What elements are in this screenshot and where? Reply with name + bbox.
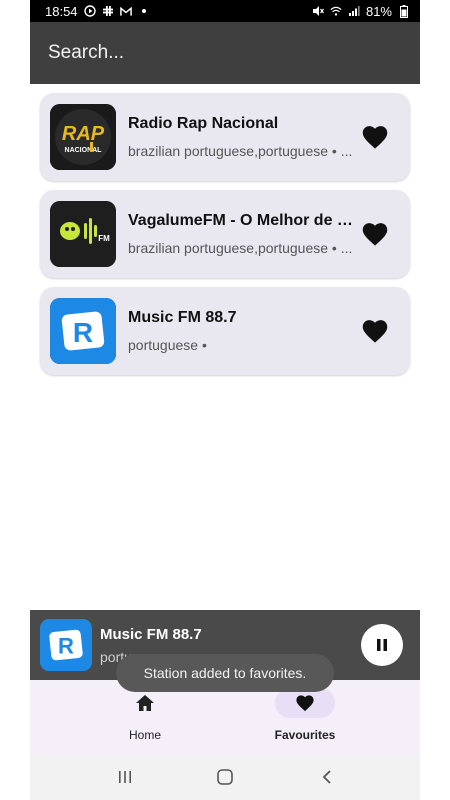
svg-text:RAP: RAP (62, 123, 105, 145)
station-info: VagalumeFM - O Melhor de Pi... brazilian… (128, 212, 360, 256)
station-info: Music FM 88.7 portuguese • (128, 309, 360, 353)
nav-item-home[interactable]: Home (85, 688, 205, 748)
svg-text:NACIONAL: NACIONAL (65, 147, 103, 154)
search-input[interactable] (48, 42, 388, 64)
station-card[interactable]: RAP NACIONAL Radio Rap Nacional brazilia… (40, 93, 410, 181)
svg-text:FM: FM (98, 234, 110, 243)
nav-pill-active (275, 688, 335, 718)
home-icon (136, 695, 154, 711)
heart-icon (362, 223, 388, 246)
wifi-icon (330, 5, 342, 17)
rap-nacional-logo: RAP NACIONAL (50, 104, 116, 170)
favorite-toggle-button[interactable] (360, 220, 390, 248)
system-navigation-bar (30, 755, 420, 800)
battery-icon (398, 4, 410, 18)
station-languages: portuguese • (128, 337, 207, 353)
mute-icon (312, 5, 324, 17)
back-chevron-icon (322, 770, 331, 784)
station-info: Radio Rap Nacional brazilian portuguese,… (128, 115, 360, 159)
toast-message: Station added to favorites. (116, 654, 334, 692)
recent-apps-icon (119, 771, 131, 783)
station-name: Music FM 88.7 (128, 309, 237, 326)
svg-text:R: R (58, 634, 74, 659)
gmail-icon (119, 5, 132, 17)
vagalume-fm-logo: FM (50, 201, 116, 267)
music-fm-logo: R (50, 298, 116, 364)
favorite-toggle-button[interactable] (360, 317, 390, 345)
now-playing-logo: R (40, 619, 92, 671)
back-button[interactable] (312, 765, 342, 789)
heart-icon (296, 695, 314, 712)
station-languages: brazilian portuguese,portuguese • ... (128, 143, 353, 159)
heart-icon (362, 126, 388, 149)
battery-percent: 81% (365, 3, 392, 19)
home-circle-icon (217, 769, 233, 785)
station-name: Radio Rap Nacional (128, 115, 279, 132)
station-card[interactable]: R Music FM 88.7 portuguese • (40, 287, 410, 375)
station-card[interactable]: FM VagalumeFM - O Melhor de Pi... brazil… (40, 190, 410, 278)
status-time: 18:54 (45, 3, 78, 19)
station-name: VagalumeFM - O Melhor de Pi... (128, 212, 360, 229)
heart-icon (362, 320, 388, 343)
pause-icon (377, 639, 387, 651)
nav-label-favourites: Favourites (274, 728, 336, 742)
pause-button[interactable] (361, 624, 403, 666)
app-screen: 18:54 81% Search... RAP NACIONAL Radio R… (30, 0, 420, 800)
recent-apps-button[interactable] (110, 765, 140, 789)
play-circle-icon (83, 5, 96, 17)
station-languages: brazilian portuguese,portuguese • ... (128, 240, 353, 256)
slack-icon (102, 5, 114, 17)
favorite-stations-list: RAP NACIONAL Radio Rap Nacional brazilia… (40, 93, 412, 384)
home-system-button[interactable] (210, 765, 240, 789)
nav-label-home: Home (128, 728, 161, 742)
dot-icon (138, 5, 150, 17)
nav-pill (115, 688, 175, 718)
favorite-toggle-button[interactable] (360, 123, 390, 151)
nav-item-favourites[interactable]: Favourites (245, 688, 365, 748)
search-header (30, 22, 420, 84)
now-playing-title: Music FM 88.7 (100, 626, 202, 643)
status-bar: 18:54 81% (30, 0, 420, 22)
svg-text:R: R (73, 317, 93, 348)
signal-icon (348, 5, 360, 17)
